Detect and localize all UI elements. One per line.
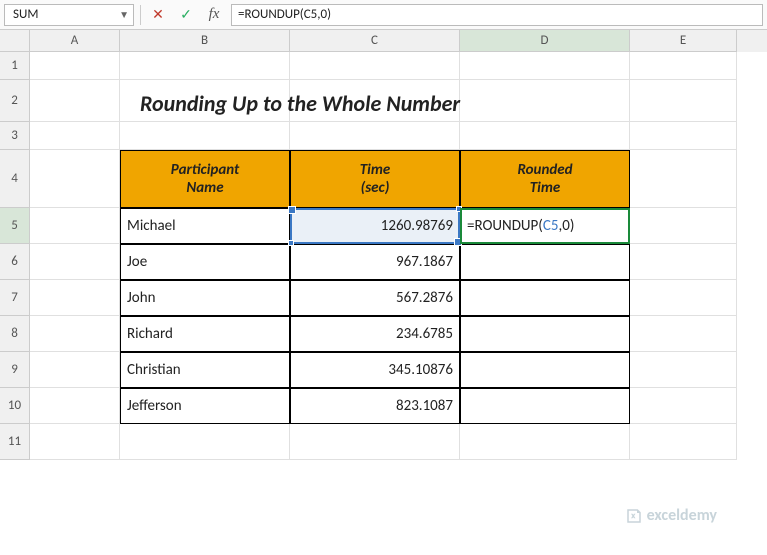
table-row[interactable]: 1260.98769 <box>290 208 460 244</box>
cell[interactable] <box>630 352 737 388</box>
row-header-11[interactable]: 11 <box>0 424 30 460</box>
table-header-name[interactable]: Participant Name <box>120 150 290 208</box>
col-header-b[interactable]: B <box>120 30 290 52</box>
table-row[interactable] <box>460 352 630 388</box>
table-row[interactable]: Jefferson <box>120 388 290 424</box>
cell[interactable] <box>290 52 460 80</box>
row-header-9[interactable]: 9 <box>0 352 30 388</box>
table-row[interactable]: 345.10876 <box>290 352 460 388</box>
row-3: 3 <box>0 122 767 150</box>
fx-icon[interactable]: fx <box>203 4 225 26</box>
row-8: 8 Richard 234.6785 <box>0 316 767 352</box>
cell[interactable] <box>120 122 290 150</box>
page-title: Rounding Up to the Whole Number <box>140 90 460 117</box>
cell[interactable] <box>630 316 737 352</box>
table-row[interactable]: 567.2876 <box>290 280 460 316</box>
cell[interactable] <box>30 80 120 122</box>
row-10: 10 Jefferson 823.1087 <box>0 388 767 424</box>
table-row[interactable]: John <box>120 280 290 316</box>
col-header-d[interactable]: D <box>460 30 630 52</box>
row-header-10[interactable]: 10 <box>0 388 30 424</box>
cell[interactable] <box>30 244 120 280</box>
cell[interactable] <box>630 280 737 316</box>
col-header-a[interactable]: A <box>30 30 120 52</box>
table-row[interactable] <box>460 388 630 424</box>
cell[interactable] <box>630 424 737 460</box>
formula-input[interactable]: =ROUNDUP(C5,0) <box>231 4 763 26</box>
cell[interactable] <box>30 352 120 388</box>
row-header-3[interactable]: 3 <box>0 122 30 150</box>
name-box[interactable]: SUM ▼ <box>4 4 134 26</box>
cell[interactable] <box>30 280 120 316</box>
table-row[interactable]: Richard <box>120 316 290 352</box>
cell[interactable] <box>630 244 737 280</box>
cell[interactable] <box>30 388 120 424</box>
cell[interactable] <box>630 388 737 424</box>
cell[interactable] <box>460 424 630 460</box>
cell[interactable] <box>630 150 737 208</box>
row-header-2[interactable]: 2 <box>0 80 30 122</box>
table-row[interactable]: 234.6785 <box>290 316 460 352</box>
row-4: 4 Participant Name Time (sec) Rounded Ti… <box>0 150 767 208</box>
row-header-6[interactable]: 6 <box>0 244 30 280</box>
cell[interactable] <box>290 424 460 460</box>
row-5: 5 Michael 1260.98769 =ROUNDUP(C5,0) <box>0 208 767 244</box>
col-header-e[interactable]: E <box>630 30 737 52</box>
cell[interactable] <box>120 424 290 460</box>
cell[interactable] <box>30 208 120 244</box>
watermark-text: exceldemy <box>647 506 717 525</box>
select-all-corner[interactable] <box>0 30 30 52</box>
table-row[interactable] <box>460 280 630 316</box>
row-11: 11 <box>0 424 767 460</box>
table-row[interactable]: Joe <box>120 244 290 280</box>
table-header-time[interactable]: Time (sec) <box>290 150 460 208</box>
row-header-8[interactable]: 8 <box>0 316 30 352</box>
cell[interactable] <box>30 316 120 352</box>
row-header-4[interactable]: 4 <box>0 150 30 208</box>
enter-icon[interactable]: ✓ <box>175 4 197 26</box>
cell[interactable] <box>290 122 460 150</box>
row-7: 7 John 567.2876 <box>0 280 767 316</box>
cell[interactable] <box>630 52 737 80</box>
table-row[interactable] <box>460 244 630 280</box>
cell[interactable] <box>30 150 120 208</box>
row-header-7[interactable]: 7 <box>0 280 30 316</box>
row-6: 6 Joe 967.1867 <box>0 244 767 280</box>
separator <box>140 5 141 25</box>
table-row[interactable]: Michael <box>120 208 290 244</box>
row-header-1[interactable]: 1 <box>0 52 30 80</box>
cell[interactable] <box>630 80 737 122</box>
formula-bar: SUM ▼ ✕ ✓ fx =ROUNDUP(C5,0) <box>0 0 767 30</box>
cell[interactable] <box>30 52 120 80</box>
col-header-c[interactable]: C <box>290 30 460 52</box>
column-headers: A B C D E <box>0 30 767 52</box>
spreadsheet-grid[interactable]: A B C D E 1 2 3 4 Participant Name Time … <box>0 30 767 460</box>
cell[interactable] <box>460 52 630 80</box>
name-box-value: SUM <box>13 7 38 22</box>
row-header-5[interactable]: 5 <box>0 208 30 244</box>
cell[interactable] <box>460 122 630 150</box>
cancel-icon[interactable]: ✕ <box>147 4 169 26</box>
row-1: 1 <box>0 52 767 80</box>
formula-input-value: =ROUNDUP(C5,0) <box>238 7 331 22</box>
cell[interactable] <box>30 122 120 150</box>
cell[interactable] <box>630 122 737 150</box>
watermark: exceldemy <box>625 506 717 525</box>
table-row[interactable] <box>460 316 630 352</box>
cell[interactable] <box>630 208 737 244</box>
active-cell-d5[interactable]: =ROUNDUP(C5,0) <box>460 208 630 244</box>
cell[interactable] <box>120 52 290 80</box>
table-row[interactable]: 967.1867 <box>290 244 460 280</box>
cell[interactable] <box>30 424 120 460</box>
cell[interactable] <box>460 80 630 122</box>
table-header-rounded[interactable]: Rounded Time <box>460 150 630 208</box>
excel-icon <box>625 507 643 525</box>
chevron-down-icon[interactable]: ▼ <box>119 8 129 21</box>
table-row[interactable]: Christian <box>120 352 290 388</box>
formula-display: =ROUNDUP(C5,0) <box>467 217 574 235</box>
row-9: 9 Christian 345.10876 <box>0 352 767 388</box>
table-row[interactable]: 823.1087 <box>290 388 460 424</box>
